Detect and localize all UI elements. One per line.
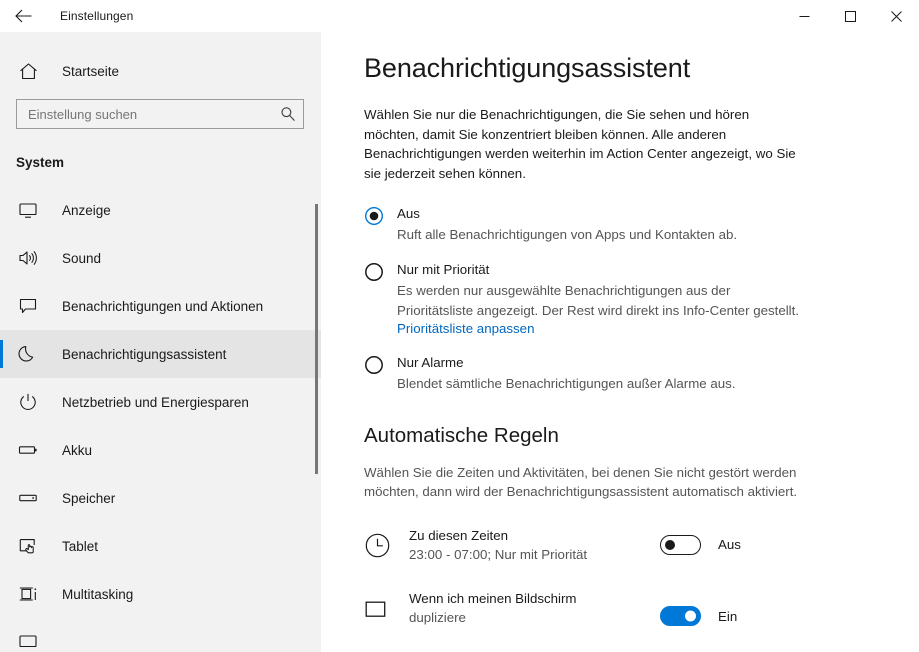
sidebar-item-akku[interactable]: Akku — [0, 426, 321, 474]
search-input[interactable] — [16, 99, 304, 129]
sidebar-item-home[interactable]: Startseite — [0, 51, 321, 91]
window-body: Startseite System — [0, 32, 919, 652]
projection-icon — [17, 631, 39, 652]
sidebar-scrollbar[interactable] — [315, 32, 318, 652]
sidebar-item-label: Benachrichtigungsassistent — [62, 346, 227, 362]
sidebar-item-label: Netzbetrieb und Energiesparen — [62, 394, 249, 410]
priority-list-link[interactable]: Prioritätsliste anpassen — [397, 321, 534, 336]
toggle-knob — [665, 539, 675, 550]
rule-toggle-wrap: Aus — [660, 534, 741, 555]
sidebar-item-label: Sound — [62, 250, 102, 266]
radio-option-body: Nur mit Priorität Es werden nur ausgewäh… — [397, 260, 802, 338]
rule-toggle[interactable] — [660, 534, 701, 555]
automatic-rules-description: Wählen Sie die Zeiten und Aktivitäten, b… — [364, 464, 798, 500]
power-icon — [17, 391, 39, 413]
rule-toggle-wrap: Ein — [660, 606, 738, 627]
radio-option-nur-mit-prioritaet[interactable]: Nur mit Priorität Es werden nur ausgewäh… — [364, 260, 919, 338]
search-container — [16, 99, 305, 129]
sidebar-item-label: Multitasking — [62, 586, 134, 602]
radio-option-label: Aus — [397, 206, 420, 222]
sidebar-item-label: Akku — [62, 442, 93, 458]
sidebar-item-benachrichtigungen-und-aktionen[interactable]: Benachrichtigungen und Aktionen — [0, 282, 321, 330]
monitor-icon — [17, 199, 39, 221]
rule-title: Zu diesen Zeiten — [409, 527, 509, 543]
sidebar-section-title: System — [16, 155, 65, 170]
radio-option-description: Ruft alle Benachrichtigungen von Apps un… — [397, 227, 738, 243]
radio-option-aus[interactable]: Aus Ruft alle Benachrichtigungen von App… — [364, 204, 919, 245]
radio-option-label: Nur mit Priorität — [397, 261, 490, 277]
multitasking-icon — [17, 583, 39, 605]
window-controls — [781, 0, 919, 32]
home-icon — [17, 60, 39, 82]
drive-icon — [17, 487, 39, 509]
speaker-icon — [17, 247, 39, 269]
toggle-state-label: Ein — [718, 608, 738, 624]
toggle-knob — [685, 610, 696, 622]
back-button[interactable] — [0, 0, 46, 32]
rule-text: Zu diesen Zeiten 23:00 - 07:00; Nur mit … — [409, 527, 635, 565]
radio-option-nur-alarme[interactable]: Nur Alarme Blendet sämtliche Benachricht… — [364, 353, 919, 394]
radio-selected-icon — [364, 206, 384, 226]
selection-indicator — [0, 340, 3, 368]
tablet-hand-icon — [17, 535, 39, 557]
window-title: Einstellungen — [60, 9, 134, 23]
automatic-rules-list: Zu diesen Zeiten 23:00 - 07:00; Nur mit … — [364, 527, 919, 628]
back-arrow-icon — [14, 9, 31, 23]
sidebar-item-anzeige[interactable]: Anzeige — [0, 186, 321, 234]
rule-subtitle: dupliziere — [409, 610, 466, 626]
sidebar-item-partial[interactable] — [0, 618, 321, 652]
page-description: Wählen Sie nur die Benachrichtigungen, d… — [364, 107, 796, 181]
sidebar-item-label: Benachrichtigungen und Aktionen — [62, 298, 264, 314]
minimize-icon — [799, 15, 809, 17]
sidebar-item-tablet[interactable]: Tablet — [0, 522, 321, 570]
sidebar-item-label: Anzeige — [62, 202, 111, 218]
maximize-button[interactable] — [827, 0, 873, 32]
radio-unselected-icon — [364, 262, 384, 282]
page-title: Benachrichtigungsassistent — [364, 53, 691, 83]
sidebar-item-netzbetrieb-und-energiesparen[interactable]: Netzbetrieb und Energiesparen — [0, 378, 321, 426]
close-button[interactable] — [873, 0, 919, 32]
rule-text: Wenn ich meinen Bildschirm dupliziere — [409, 590, 635, 628]
sidebar-item-benachrichtigungsassistent[interactable]: Benachrichtigungsassistent — [0, 330, 321, 378]
duplicate-screen-icon — [364, 596, 390, 622]
moon-icon — [17, 343, 39, 365]
focus-mode-radio-group: Aus Ruft alle Benachrichtigungen von App… — [364, 204, 919, 393]
sidebar: Startseite System — [0, 32, 321, 652]
settings-window: Einstellungen Startseite Einstellung suc… — [0, 0, 919, 652]
rule-title: Wenn ich meinen Bildschirm — [409, 591, 577, 607]
close-icon — [890, 10, 902, 22]
clock-icon — [364, 533, 390, 559]
sidebar-item-label: Speicher — [62, 490, 116, 506]
rule-bildschirm-duplizieren[interactable]: Wenn ich meinen Bildschirm dupliziere Ei… — [364, 590, 919, 628]
sidebar-item-label: Tablet — [62, 538, 99, 554]
automatic-rules-title: Automatische Regeln — [364, 423, 559, 447]
content-pane: Benachrichtigungsassistent Wählen Sie nu… — [321, 32, 919, 652]
sidebar-nav-list: Anzeige Sound Benachrichtigungen und Akt… — [0, 186, 321, 652]
rule-toggle[interactable] — [660, 606, 701, 627]
radio-option-description: Blendet sämtliche Benachrichtigungen auß… — [397, 376, 736, 392]
radio-option-label: Nur Alarme — [397, 355, 464, 371]
rule-zu-diesen-zeiten[interactable]: Zu diesen Zeiten 23:00 - 07:00; Nur mit … — [364, 527, 919, 565]
title-bar: Einstellungen — [0, 0, 919, 32]
radio-option-body: Nur Alarme Blendet sämtliche Benachricht… — [397, 353, 802, 394]
sidebar-home-label: Startseite — [62, 63, 120, 79]
sidebar-scrollbar-thumb[interactable] — [315, 204, 318, 474]
battery-icon — [17, 439, 39, 461]
sidebar-item-sound[interactable]: Sound — [0, 234, 321, 282]
sidebar-item-speicher[interactable]: Speicher — [0, 474, 321, 522]
toggle-state-label: Aus — [718, 537, 741, 553]
rule-subtitle: 23:00 - 07:00; Nur mit Priorität — [409, 546, 588, 562]
maximize-icon — [844, 10, 856, 22]
radio-unselected-icon — [364, 355, 384, 375]
sidebar-item-multitasking[interactable]: Multitasking — [0, 570, 321, 618]
minimize-button[interactable] — [781, 0, 827, 32]
radio-option-body: Aus Ruft alle Benachrichtigungen von App… — [397, 204, 802, 245]
speech-bubble-icon — [17, 295, 39, 317]
radio-option-description: Es werden nur ausgewählte Benachrichtigu… — [397, 282, 800, 318]
